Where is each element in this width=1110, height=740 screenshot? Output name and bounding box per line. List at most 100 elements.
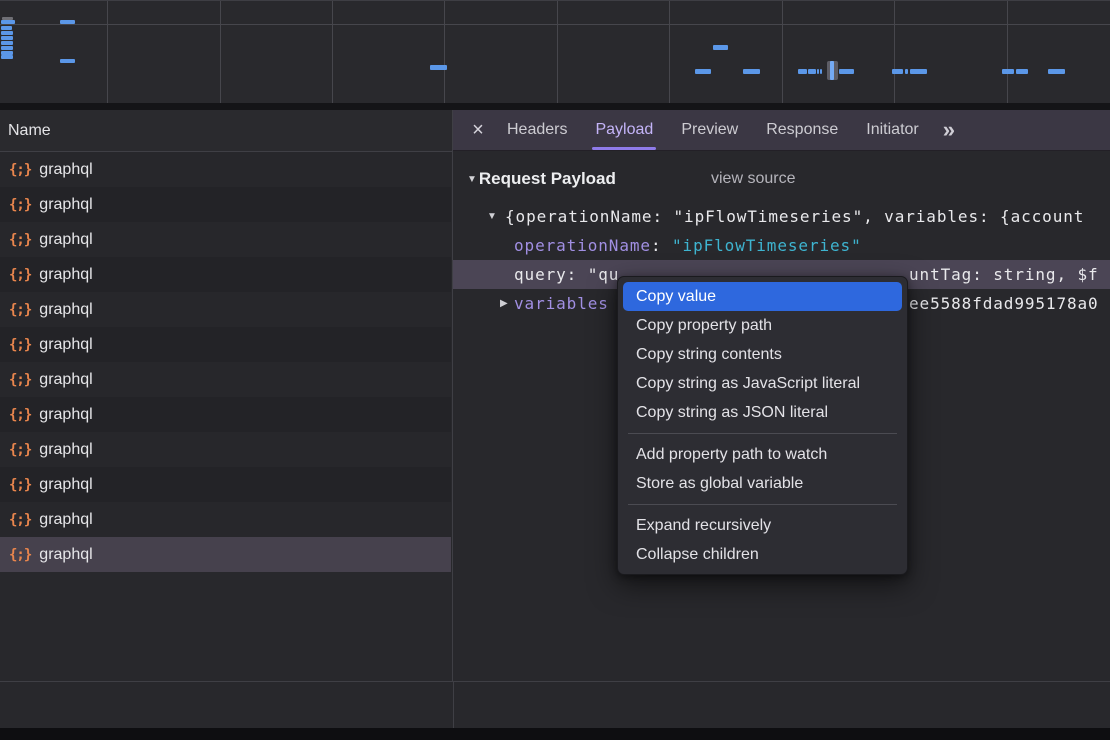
request-name: graphql <box>39 441 92 459</box>
tab-response[interactable]: Response <box>753 110 851 150</box>
view-source-link[interactable]: view source <box>711 170 795 188</box>
request-name: graphql <box>39 266 92 284</box>
request-name: graphql <box>39 406 92 424</box>
waterfall-bar <box>1 41 13 45</box>
waterfall-bar <box>1 31 13 35</box>
selected-request-marker <box>830 61 834 80</box>
request-row[interactable]: {;} graphql <box>0 152 451 187</box>
overview-separator <box>0 103 1110 110</box>
request-payload-section-header[interactable]: ▼ Request Payload view source <box>453 166 1110 192</box>
waterfall-bar <box>798 69 807 74</box>
request-row[interactable]: {;} graphql <box>0 187 451 222</box>
chevron-right-icon[interactable]: ▶ <box>500 289 508 318</box>
request-name: graphql <box>39 301 92 319</box>
request-row[interactable]: {;} graphql <box>0 432 451 467</box>
request-row[interactable]: {;} graphql <box>0 222 451 257</box>
property-value-string: "ipFlowTimeseries" <box>672 236 862 255</box>
json-request-icon: {;} <box>9 547 31 563</box>
payload-root-row[interactable]: ▼ {operationName: "ipFlowTimeseries", va… <box>453 202 1110 231</box>
waterfall-bar <box>817 69 819 74</box>
tab-preview[interactable]: Preview <box>668 110 751 150</box>
waterfall-bar <box>820 69 822 74</box>
grid-line <box>332 1 333 103</box>
waterfall-bar <box>1 36 13 40</box>
grid-line <box>669 1 670 103</box>
menu-item-copy-value[interactable]: Copy value <box>623 282 902 311</box>
menu-item-copy-string-contents[interactable]: Copy string contents <box>618 340 907 369</box>
grid-line <box>894 1 895 103</box>
property-key: operationName <box>514 236 651 255</box>
bottom-edge-bar <box>0 728 1110 740</box>
menu-item-add-property-path-to-watch[interactable]: Add property path to watch <box>618 440 907 469</box>
request-rows: {;} graphql {;} graphql {;} graphql {;} graphql… <box>0 152 451 681</box>
request-row[interactable]: {;}graphql <box>0 327 451 362</box>
menu-separator <box>628 504 897 505</box>
menu-item-collapse-children[interactable]: Collapse children <box>618 540 907 569</box>
json-request-icon: {;} <box>9 512 31 528</box>
panel-divider <box>453 682 454 728</box>
waterfall-bar <box>1002 69 1014 74</box>
request-row[interactable]: {;}graphql <box>0 502 451 537</box>
grid-line <box>220 1 221 103</box>
name-column-label: Name <box>8 122 51 139</box>
waterfall-bar <box>60 20 75 24</box>
menu-item-store-as-global-variable[interactable]: Store as global variable <box>618 469 907 498</box>
json-request-icon: {;} <box>9 162 31 178</box>
request-name: graphql <box>39 546 92 564</box>
request-row[interactable]: {;} graphql <box>0 537 451 572</box>
request-name: graphql <box>39 476 92 494</box>
menu-item-copy-string-as-javascript-literal[interactable]: Copy string as JavaScript literal <box>618 369 907 398</box>
request-name: graphql <box>39 336 92 354</box>
waterfall-bar <box>1 46 13 50</box>
json-request-icon: {;} <box>9 197 31 213</box>
waterfall-bar <box>1048 69 1065 74</box>
waterfall-bar <box>743 69 760 74</box>
payload-preview-text: {operationName: "ipFlowTimeseries", vari… <box>505 202 1084 231</box>
json-request-icon: {;} <box>9 372 31 388</box>
json-request-icon: {;} <box>9 232 31 248</box>
json-request-icon: {;} <box>9 407 31 423</box>
grid-line <box>557 1 558 103</box>
network-overview-strip[interactable] <box>0 0 1110 103</box>
chevron-down-icon[interactable]: ▼ <box>467 174 477 185</box>
json-request-icon: {;} <box>9 267 31 283</box>
section-title: Request Payload <box>479 169 616 189</box>
tab-headers[interactable]: Headers <box>494 110 580 150</box>
grid-line <box>444 1 445 103</box>
tab-payload[interactable]: Payload <box>582 110 666 150</box>
waterfall-bar <box>892 69 903 74</box>
menu-item-copy-string-as-json-literal[interactable]: Copy string as JSON literal <box>618 398 907 427</box>
menu-item-copy-property-path[interactable]: Copy property path <box>618 311 907 340</box>
property-value-fragment: ee5588fdad995178a0 <box>909 289 1099 318</box>
request-row[interactable]: {;} graphql <box>0 257 451 292</box>
request-list-panel: Name {;}graphql{;}graphql{;}graphql{;}gr… <box>0 110 453 681</box>
close-icon[interactable]: × <box>463 120 493 140</box>
json-request-icon: {;} <box>9 442 31 458</box>
tab-initiator[interactable]: Initiator <box>853 110 931 150</box>
request-name: graphql <box>39 371 92 389</box>
request-row[interactable]: {;} graphql <box>0 292 451 327</box>
waterfall-bar <box>839 69 854 74</box>
grid-line <box>107 1 108 103</box>
detail-tabs: HeadersPayloadPreviewResponseInitiator <box>493 110 933 150</box>
more-tabs-icon[interactable]: » <box>943 119 955 141</box>
json-request-icon: {;} <box>9 302 31 318</box>
key-separator: : <box>651 236 672 255</box>
request-name: graphql <box>39 231 92 249</box>
request-row[interactable]: {;} graphql <box>0 397 451 432</box>
request-name: graphql <box>39 161 92 179</box>
waterfall-bar <box>713 45 728 50</box>
menu-item-expand-recursively[interactable]: Expand recursively <box>618 511 907 540</box>
property-value-fragment: untTag: string, $f <box>909 260 1099 289</box>
operation-name-row[interactable]: operationName: "ipFlowTimeseries" <box>453 231 1110 260</box>
request-row[interactable]: {;}graphql <box>0 467 451 502</box>
property-value-start: : "qu <box>567 265 620 284</box>
grid-line <box>1007 1 1008 103</box>
request-name: graphql <box>39 196 92 214</box>
chevron-down-icon[interactable]: ▼ <box>487 202 497 231</box>
name-column-header[interactable]: Name <box>0 110 452 152</box>
waterfall-bar <box>1 20 15 24</box>
request-row[interactable]: {;} graphql <box>0 362 451 397</box>
waterfall-bar <box>905 69 908 74</box>
waterfall-bar <box>808 69 816 74</box>
